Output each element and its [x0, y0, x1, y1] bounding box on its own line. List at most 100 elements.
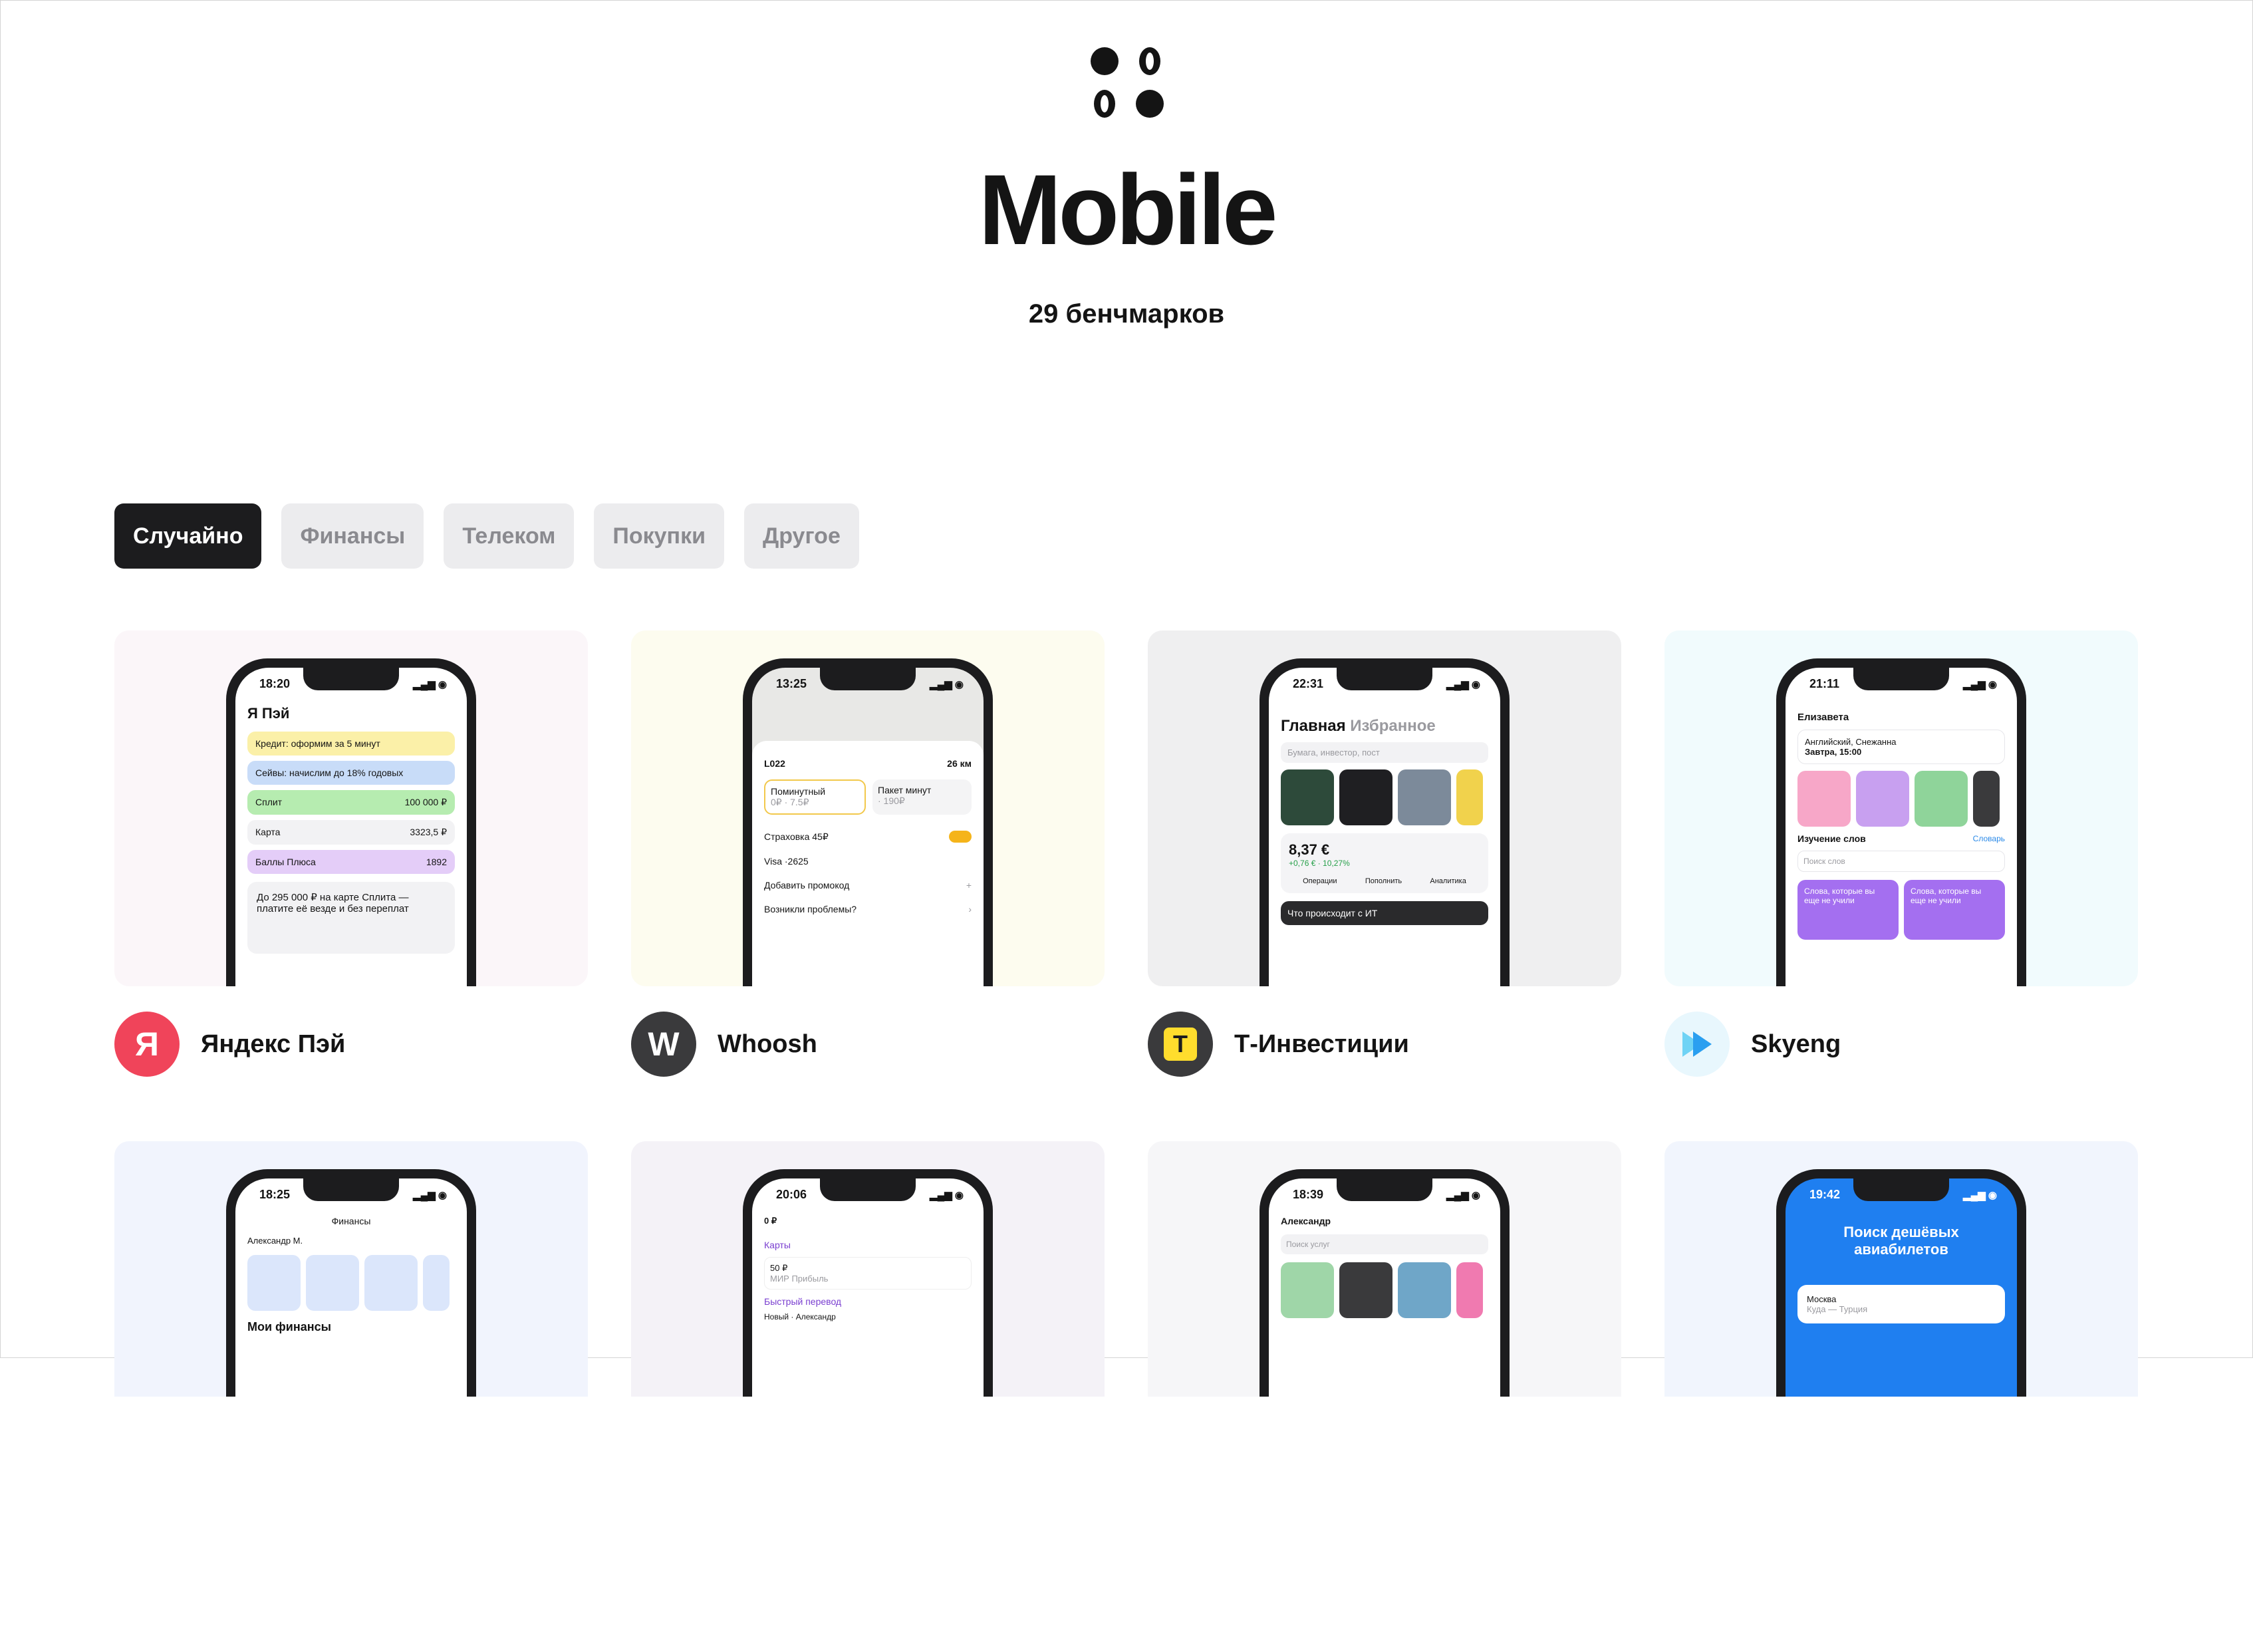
to-field[interactable]: Куда — Турция: [1807, 1304, 1996, 1314]
phone-mockup: 22:31 ▂▄▆ ◉ Главная Избранное Бумага, ин…: [1259, 658, 1510, 986]
status-time: 20:06: [776, 1188, 807, 1201]
filter-random[interactable]: Случайно: [114, 503, 262, 569]
filter-tabs: Случайно Финансы Телеком Покупки Другое: [114, 503, 859, 569]
status-icons: ▂▄▆ ◉: [1963, 1190, 1997, 1201]
balance-value: 8,37 €: [1289, 841, 1330, 858]
status-time: 21:11: [1809, 677, 1840, 690]
lesson-time: Завтра, 15:00: [1805, 747, 1862, 757]
skyeng-icon: [1664, 1012, 1730, 1077]
transfer-section: Быстрый перевод: [764, 1296, 842, 1307]
benchmark-card[interactable]: 19:42 ▂▄▆ ◉ Поиск дешёвых авиабилетов Мо…: [1664, 1141, 2138, 1652]
screen-title: Финансы: [331, 1216, 371, 1226]
whoosh-icon: W: [631, 1012, 696, 1077]
scooter-range: 26 км: [947, 758, 972, 769]
phone-mockup: 21:11 ▂▄▆ ◉ Елизавета Английский, Снежан…: [1776, 658, 2026, 986]
search-input[interactable]: Поиск слов: [1797, 851, 2005, 872]
status-time: 18:20: [259, 677, 291, 690]
list-item: Баллы Плюса 1892: [247, 850, 455, 874]
user-name[interactable]: Елизавета: [1797, 712, 2005, 723]
status-time: 18:25: [259, 1188, 291, 1201]
card-thumbnail[interactable]: 19:42 ▂▄▆ ◉ Поиск дешёвых авиабилетов Мо…: [1664, 1141, 2138, 1397]
list-item: Сплит 100 000 ₽: [247, 790, 455, 815]
page-title: Mobile: [978, 154, 1278, 265]
app-name[interactable]: Т-Инвестиции: [1234, 1030, 1409, 1059]
from-field[interactable]: Москва: [1807, 1294, 1996, 1304]
list-item[interactable]: Добавить промокод +: [764, 873, 972, 897]
status-icons: ▂▄▆ ◉: [1963, 679, 1997, 690]
card-thumbnail[interactable]: 21:11 ▂▄▆ ◉ Елизавета Английский, Снежан…: [1664, 630, 2138, 986]
list-item[interactable]: Возникли проблемы? ›: [764, 897, 972, 921]
phone-mockup: 18:20 ▂▄▆ ◉ Я Пэй Кредит: оформим за 5 м…: [226, 658, 476, 986]
phone-mockup: 20:06 ▂▄▆ ◉ 0 ₽ Карты 50 ₽ МИР Прибыль Бы…: [743, 1169, 993, 1397]
screen-header: Я Пэй: [247, 705, 290, 722]
balance-value: 0 ₽: [764, 1216, 777, 1226]
status-time: 13:25: [776, 677, 807, 690]
lesson-title: Английский, Снежанна: [1805, 737, 1897, 747]
card-thumbnail[interactable]: 18:20 ▂▄▆ ◉ Я Пэй Кредит: оформим за 5 м…: [114, 630, 588, 986]
list-item: Кредит: оформим за 5 минут: [247, 732, 455, 756]
status-time: 18:39: [1293, 1188, 1324, 1201]
benchmark-card-whoosh[interactable]: 13:25 ▂▄▆ ◉ L022 26 км Поминутный 0₽ · 7.5…: [631, 630, 1105, 1141]
filter-other[interactable]: Другое: [744, 503, 859, 569]
dictionary-link[interactable]: Словарь: [1973, 834, 2005, 843]
app-name[interactable]: Яндекс Пэй: [201, 1030, 345, 1059]
status-icons: ▂▄▆ ◉: [1446, 679, 1480, 690]
scooter-id: L022: [764, 758, 785, 769]
benchmark-card-t-invest[interactable]: 22:31 ▂▄▆ ◉ Главная Избранное Бумага, ин…: [1148, 630, 1621, 1141]
card-thumbnail[interactable]: 13:25 ▂▄▆ ◉ L022 26 км Поминутный 0₽ · 7.5…: [631, 630, 1105, 986]
search-input[interactable]: Бумага, инвестор, пост: [1281, 742, 1488, 763]
word-card[interactable]: Слова, которые вы еще не учили: [1904, 880, 2005, 940]
card-thumbnail[interactable]: 20:06 ▂▄▆ ◉ 0 ₽ Карты 50 ₽ МИР Прибыль Бы…: [631, 1141, 1105, 1397]
analytics-button[interactable]: Аналитика: [1430, 877, 1466, 885]
brand-logo-icon: [1091, 47, 1164, 118]
app-name[interactable]: Whoosh: [718, 1030, 817, 1059]
benchmark-card[interactable]: 18:25 ▂▄▆ ◉ Финансы Александр М. Мои фин…: [114, 1141, 588, 1652]
card-thumbnail[interactable]: 18:39 ▂▄▆ ◉ Александр Поиск услуг: [1148, 1141, 1621, 1397]
screen-title: Поиск дешёвых авиабилетов: [1843, 1224, 1959, 1258]
promo-banner: До 295 000 ₽ на карте Сплита — платите е…: [247, 882, 455, 954]
cards-section[interactable]: Карты: [764, 1240, 972, 1250]
search-input[interactable]: Поиск услуг: [1281, 1234, 1488, 1254]
benchmark-card[interactable]: 18:39 ▂▄▆ ◉ Александр Поиск услуг: [1148, 1141, 1621, 1652]
status-icons: ▂▄▆ ◉: [413, 679, 447, 690]
status-icons: ▂▄▆ ◉: [930, 679, 964, 690]
tab-main[interactable]: Главная: [1281, 717, 1346, 735]
status-time: 22:31: [1293, 677, 1324, 690]
news-banner[interactable]: Что происходит с ИТ: [1281, 901, 1488, 925]
filter-shopping[interactable]: Покупки: [594, 503, 725, 569]
list-item[interactable]: Visa ·2625: [764, 849, 972, 873]
phone-mockup: 19:42 ▂▄▆ ◉ Поиск дешёвых авиабилетов Мо…: [1776, 1169, 2026, 1397]
section-title: Мои финансы: [247, 1320, 332, 1333]
status-icons: ▂▄▆ ◉: [413, 1190, 447, 1201]
user-name[interactable]: Александр: [1281, 1216, 1488, 1226]
benchmark-card[interactable]: 20:06 ▂▄▆ ◉ 0 ₽ Карты 50 ₽ МИР Прибыль Бы…: [631, 1141, 1105, 1652]
status-icons: ▂▄▆ ◉: [930, 1190, 964, 1201]
filter-finance[interactable]: Финансы: [281, 503, 424, 569]
benchmark-grid: 18:20 ▂▄▆ ◉ Я Пэй Кредит: оформим за 5 м…: [114, 630, 2139, 1652]
benchmark-card-yandex-pay[interactable]: 18:20 ▂▄▆ ◉ Я Пэй Кредит: оформим за 5 м…: [114, 630, 588, 1141]
user-name[interactable]: Александр М.: [247, 1236, 455, 1246]
card-thumbnail[interactable]: 22:31 ▂▄▆ ◉ Главная Избранное Бумага, ин…: [1148, 630, 1621, 986]
list-item[interactable]: Страховка 45₽: [764, 824, 972, 849]
phone-mockup: 18:25 ▂▄▆ ◉ Финансы Александр М. Мои фин…: [226, 1169, 476, 1397]
topup-button[interactable]: Пополнить: [1365, 877, 1402, 885]
card-thumbnail[interactable]: 18:25 ▂▄▆ ◉ Финансы Александр М. Мои фин…: [114, 1141, 588, 1397]
tab-favorites[interactable]: Избранное: [1350, 717, 1435, 735]
section-title: Изучение слов: [1797, 833, 1866, 844]
t-invest-icon: T: [1148, 1012, 1213, 1077]
list-item: Сейвы: начислим до 18% годовых: [247, 761, 455, 785]
tariff-option[interactable]: Поминутный 0₽ · 7.5₽: [764, 779, 866, 815]
filter-telecom[interactable]: Телеком: [444, 503, 575, 569]
status-icons: ▂▄▆ ◉: [1446, 1190, 1480, 1201]
benchmarks-count: 29 бенчмарков: [1028, 299, 1225, 329]
word-card[interactable]: Слова, которые вы еще не учили: [1797, 880, 1899, 940]
balance-delta: +0,76 € · 10,27%: [1289, 859, 1350, 868]
yandex-pay-icon: Я: [114, 1012, 180, 1077]
benchmark-card-skyeng[interactable]: 21:11 ▂▄▆ ◉ Елизавета Английский, Снежан…: [1664, 630, 2138, 1141]
phone-mockup: 18:39 ▂▄▆ ◉ Александр Поиск услуг: [1259, 1169, 1510, 1397]
list-item: Карта 3323,5 ₽: [247, 820, 455, 845]
phone-mockup: 13:25 ▂▄▆ ◉ L022 26 км Поминутный 0₽ · 7.5…: [743, 658, 993, 986]
app-name[interactable]: Skyeng: [1751, 1030, 1841, 1059]
tariff-option[interactable]: Пакет минут · 190₽: [872, 779, 972, 815]
operations-button[interactable]: Операции: [1303, 877, 1337, 885]
